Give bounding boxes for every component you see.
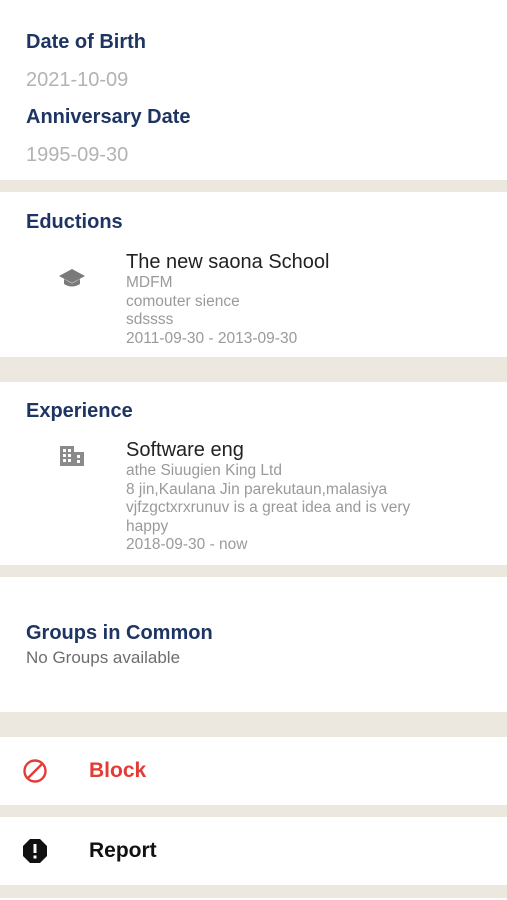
section-divider	[0, 180, 507, 192]
date-of-birth-label: Date of Birth	[26, 31, 146, 53]
section-divider	[0, 565, 507, 577]
report-icon	[22, 838, 48, 864]
section-divider	[0, 885, 507, 898]
experience-date-range: 2018-09-30 - now	[126, 536, 248, 553]
block-icon	[22, 758, 48, 784]
experience-section: Experience Software eng athe Siuugien Ki…	[0, 382, 507, 565]
date-of-birth-value: 2021-10-09	[26, 69, 129, 91]
building-icon	[58, 442, 86, 470]
personal-dates-section: Date of Birth 2021-10-09 Anniversary Dat…	[0, 0, 507, 180]
section-divider	[0, 712, 507, 737]
groups-empty-text: No Groups available	[26, 648, 181, 667]
graduation-cap-icon	[58, 264, 86, 292]
report-button[interactable]: Report	[0, 817, 507, 885]
education-detail-line: sdssss	[126, 311, 174, 328]
experience-job-title: Software eng	[126, 439, 244, 461]
groups-section: Groups in Common No Groups available	[0, 577, 507, 712]
report-label: Report	[89, 839, 157, 862]
education-school-name: The new saona School	[126, 251, 330, 273]
experience-heading: Experience	[26, 400, 133, 422]
section-divider	[0, 805, 507, 817]
education-detail-line: comouter sience	[126, 292, 240, 310]
experience-detail-line: vjfzgctxrxrunuv is a great idea and is v…	[126, 499, 411, 516]
educations-heading: Eductions	[26, 211, 123, 233]
experience-detail-line: happy	[126, 517, 169, 535]
experience-detail-line: 8 jin,Kaulana Jin parekutaun,malasiya	[126, 480, 388, 498]
education-detail-line: MDFM	[126, 274, 173, 291]
experience-detail-line: athe Siuugien King Ltd	[126, 462, 282, 479]
anniversary-date-value: 1995-09-30	[26, 144, 129, 166]
profile-details-page: Date of Birth 2021-10-09 Anniversary Dat…	[0, 0, 507, 900]
block-button[interactable]: Block	[0, 737, 507, 805]
educations-section: Eductions The new saona School MDFM como…	[0, 192, 507, 357]
block-label: Block	[89, 759, 147, 782]
education-date-range: 2011-09-30 - 2013-09-30	[126, 329, 298, 347]
groups-heading: Groups in Common	[26, 622, 213, 644]
education-entry[interactable]: The new saona School MDFM comouter sienc…	[26, 250, 487, 348]
experience-entry[interactable]: Software eng athe Siuugien King Ltd 8 ji…	[26, 438, 487, 555]
anniversary-date-label: Anniversary Date	[26, 106, 191, 128]
section-divider	[0, 357, 507, 382]
